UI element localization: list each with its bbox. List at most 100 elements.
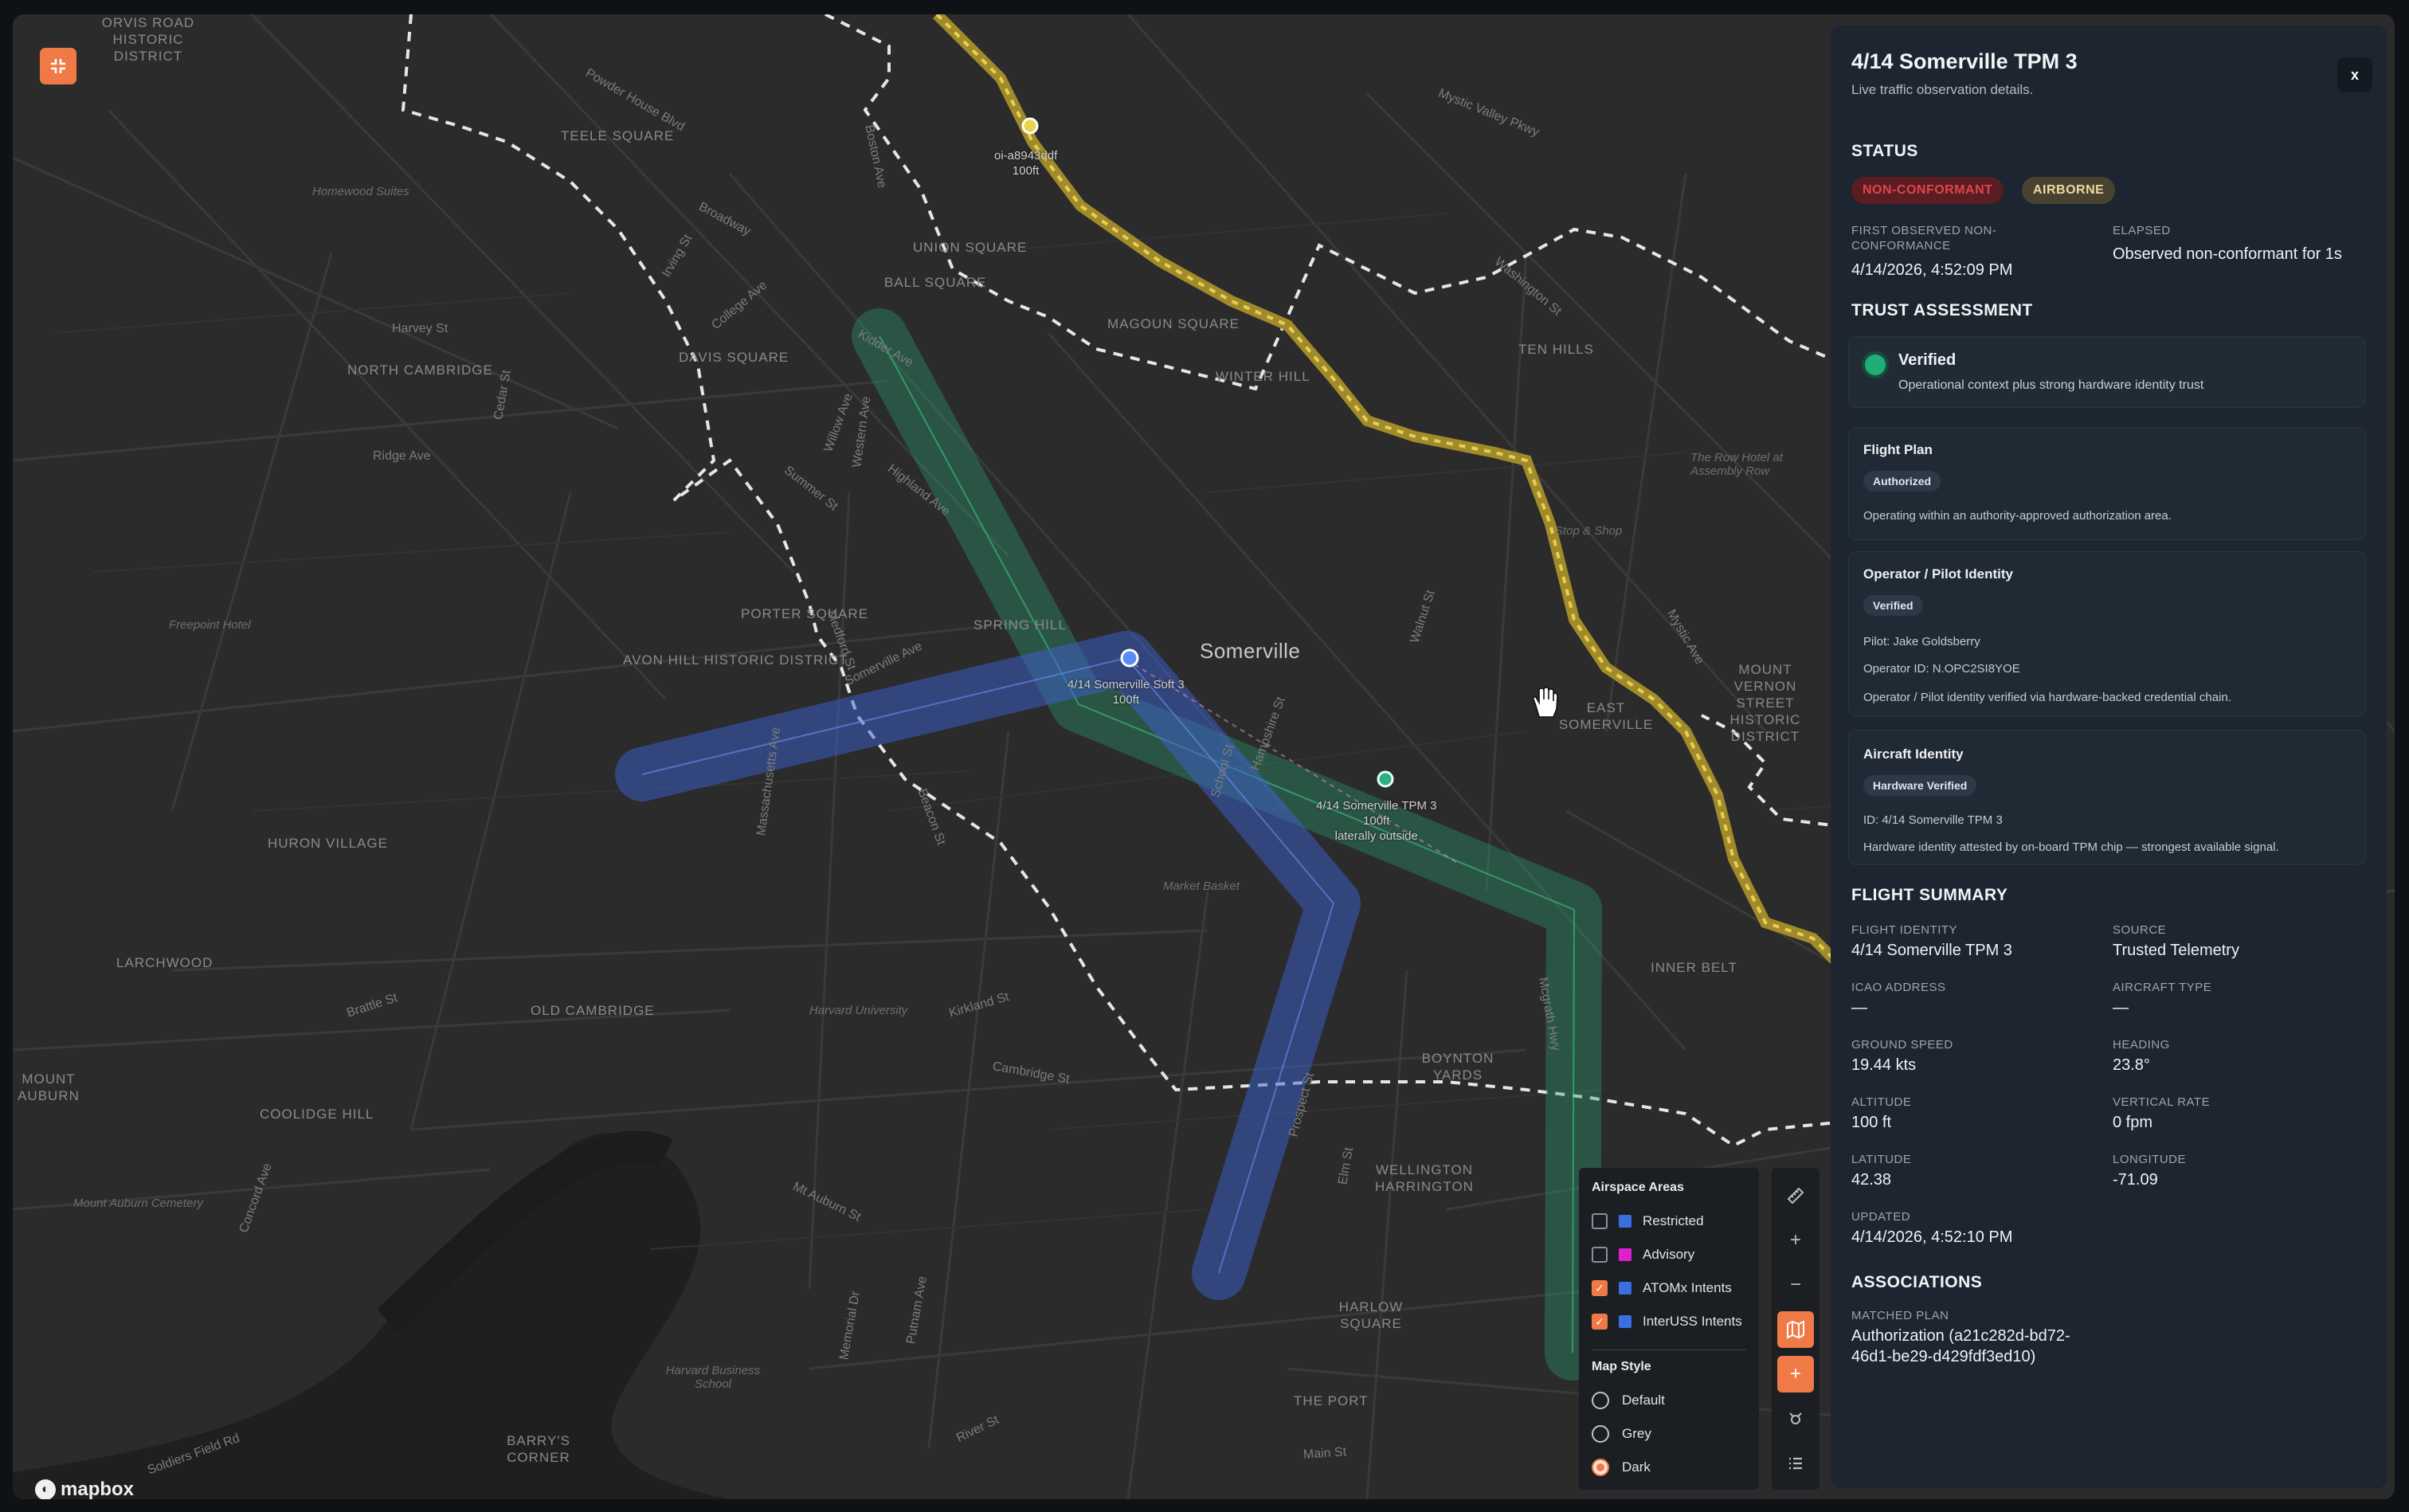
fit-bounds-button[interactable] [40,48,76,84]
zoom-out-button[interactable]: − [1777,1267,1814,1303]
layer-toggle-interuss-intents[interactable]: ✓ InterUSS Intents [1592,1305,1746,1338]
checkbox[interactable] [1592,1247,1608,1263]
color-swatch [1619,1248,1631,1261]
field-label: VERTICAL RATE [2113,1095,2211,1109]
airborne-badge: AIRBORNE [2022,177,2116,204]
map-layers-button[interactable] [1777,1311,1814,1348]
elapsed-label: ELAPSED [2113,224,2171,237]
layer-toggle-advisory[interactable]: Advisory [1592,1238,1746,1271]
marker-somerville-soft-3[interactable] [1120,648,1139,668]
place-label: PORTER SQUARE [741,606,869,621]
field-label: SOURCE [2113,923,2167,937]
marker-altitude: 100ft [1363,814,1390,828]
poi-label: Market Basket [1163,879,1240,893]
map-toolbar: + − + [1772,1168,1819,1490]
color-swatch [1619,1315,1631,1328]
place-label: BARRY'S CORNER [507,1433,570,1465]
layer-toggle-restricted[interactable]: Restricted [1592,1205,1746,1238]
place-label: MOUNT AUBURN [18,1071,80,1103]
flight-summary-heading: FLIGHT SUMMARY [1851,886,2008,904]
radio[interactable] [1592,1392,1609,1409]
field-label: LONGITUDE [2113,1153,2187,1166]
marker-oi-a8943ddf[interactable] [1021,117,1039,135]
street-label: Ridge Ave [373,449,431,463]
authorized-pill: Authorized [1863,471,1941,492]
minus-icon: − [1789,1274,1801,1295]
poi-label: Harvard Business School [665,1364,761,1391]
first-observed-label: FIRST OBSERVED NON-CONFORMANCE [1851,224,1997,253]
marker-label: oi-a8943ddf 100ft [994,148,1057,178]
card-title: Flight Plan [1863,442,1933,457]
place-label: DAVIS SQUARE [679,350,789,365]
verified-dot-icon [1865,354,1886,375]
matched-plan-value[interactable]: Authorization (a21c282d-bd72-46d1-be29-d… [1851,1326,2098,1367]
card-title: Operator / Pilot Identity [1863,566,2013,582]
style-label: Dark [1622,1459,1651,1475]
map-style-default[interactable]: Default [1592,1384,1746,1417]
mapbox-attribution[interactable]: ◐ mapbox [35,1479,134,1499]
field-label: ICAO ADDRESS [1851,981,1946,994]
map-style-dark[interactable]: Dark [1592,1451,1746,1484]
marker-name: 4/14 Somerville TPM 3 [1316,799,1437,813]
checkbox-checked[interactable]: ✓ [1592,1280,1608,1296]
pilot-name: Pilot: Jake Goldsberry [1863,635,1980,648]
flight-detail-panel: 4/14 Somerville TPM 3 Live traffic obser… [1831,25,2387,1488]
trust-verdict-card: Verified Operational context plus strong… [1848,336,2366,408]
field-value: 23.8° [2113,1056,2150,1074]
city-label: Somerville [1200,639,1301,663]
ruler-icon [1787,1187,1804,1205]
place-label: HARLOW SQUARE [1338,1299,1404,1331]
checkbox-checked[interactable]: ✓ [1592,1314,1608,1330]
map-style-title: Map Style [1592,1360,1651,1373]
marker-label: 4/14 Somerville TPM 3 100ft laterally ou… [1316,798,1436,844]
poi-label: Harvard University [809,1004,908,1017]
trust-verdict-detail: Operational context plus strong hardware… [1898,378,2204,392]
place-label: MAGOUN SQUARE [1107,316,1240,331]
field-value: 19.44 kts [1851,1056,1917,1074]
elapsed-value: Observed non-conformant for 1s [2113,245,2342,263]
marker-note: laterally outside [1334,829,1418,843]
place-label: THE PORT [1294,1393,1369,1408]
poi-label: Mount Auburn Cemetery [73,1197,203,1210]
close-button[interactable]: x [2337,57,2372,92]
poi-label: Stop & Shop [1555,524,1623,538]
field-label: FLIGHT IDENTITY [1851,923,1958,937]
hand-cursor-icon [1533,687,1558,718]
place-label: SPRING HILL [973,617,1067,633]
ruler-button[interactable] [1777,1177,1814,1214]
field-value: Trusted Telemetry [2113,942,2239,959]
aircraft-id: ID: 4/14 Somerville TPM 3 [1863,813,2003,827]
marker-somerville-tpm-3[interactable] [1377,770,1394,788]
matched-plan-label: MATCHED PLAN [1851,1309,1949,1322]
field-value: — [2113,999,2129,1016]
trust-verdict: Verified [1898,351,1957,369]
place-label: OLD CAMBRIDGE [531,1003,655,1018]
zoom-in-button[interactable]: + [1777,1222,1814,1259]
card-text: Operating within an authority-approved a… [1863,509,2172,523]
place-label: TEN HILLS [1518,342,1594,357]
close-icon: x [2350,66,2359,83]
field-label: LATITUDE [1851,1153,1912,1166]
radio[interactable] [1592,1425,1609,1443]
marker-altitude: 100ft [1112,693,1140,707]
panel-subtitle: Live traffic observation details. [1851,82,2034,97]
drone-button[interactable] [1777,1400,1814,1437]
first-observed-value: 4/14/2026, 4:52:09 PM [1851,261,2013,279]
layer-toggle-atomx-intents[interactable]: ✓ ATOMx Intents [1592,1271,1746,1305]
list-button[interactable] [1777,1445,1814,1482]
plus-icon: + [1789,1229,1801,1251]
operator-id: Operator ID: N.OPC2SI8YOE [1863,662,2020,676]
place-label: ORVIS ROAD HISTORIC DISTRICT [101,15,195,64]
associations-heading: ASSOCIATIONS [1851,1273,1983,1291]
color-swatch [1619,1215,1631,1228]
add-button[interactable]: + [1777,1356,1814,1393]
place-label: BOYNTON YARDS [1421,1051,1494,1083]
radio-selected[interactable] [1592,1459,1609,1476]
poi-label: Freepoint Hotel [169,618,251,632]
place-label: EAST SOMERVILLE [1558,700,1654,732]
place-label: COOLIDGE HILL [260,1107,374,1122]
collapse-icon [51,59,65,73]
map-style-grey[interactable]: Grey [1592,1417,1746,1451]
checkbox[interactable] [1592,1213,1608,1229]
place-label: LARCHWOOD [116,955,213,970]
